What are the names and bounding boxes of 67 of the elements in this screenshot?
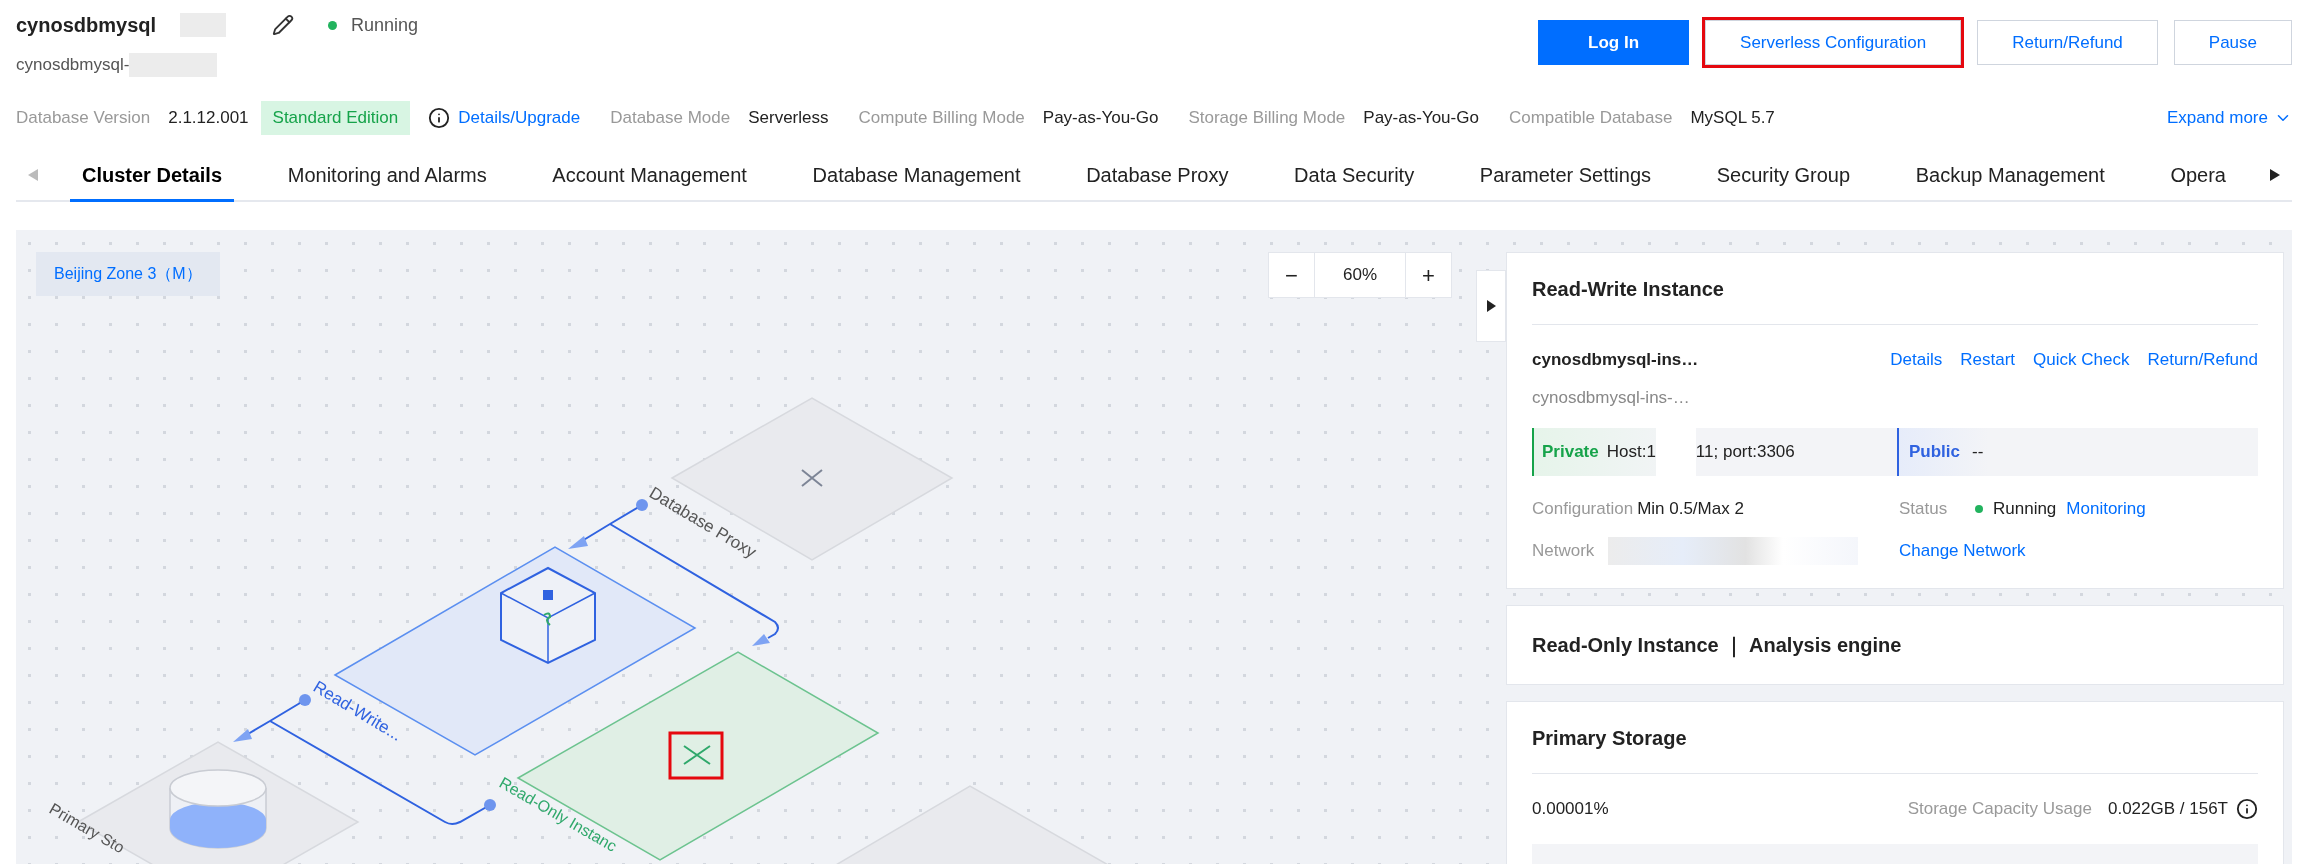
tab[interactable]: Database Management bbox=[800, 150, 1033, 202]
info-icon[interactable] bbox=[428, 107, 451, 129]
info-icon[interactable] bbox=[2236, 798, 2258, 820]
private-label: Private bbox=[1542, 441, 1599, 464]
field-label: Database Mode bbox=[610, 107, 731, 130]
field-label: Compatible Database bbox=[1508, 107, 1673, 130]
expand-link[interactable]: Expand more bbox=[2166, 105, 2292, 131]
panel-toggle[interactable] bbox=[1476, 270, 1506, 342]
field-value: Serverless bbox=[748, 107, 829, 130]
instance-id: cynosdbmysql-ins-… bbox=[1532, 386, 1691, 409]
zoom-out-button[interactable]: − bbox=[1269, 253, 1315, 297]
instance-action-link[interactable]: Details bbox=[1890, 347, 1943, 373]
field-label: Storage Billing Mode bbox=[1188, 107, 1346, 130]
field-label: Database Version bbox=[16, 107, 151, 130]
status-text: Running bbox=[1993, 498, 2057, 521]
field-label: Compute Billing Mode bbox=[858, 107, 1025, 130]
action-button[interactable]: Log In bbox=[1538, 20, 1690, 65]
tab[interactable]: Opera bbox=[2158, 150, 2238, 202]
usage-percent: 0.00001% bbox=[1532, 798, 1609, 821]
usage-value: 0.022GB / 156T bbox=[2107, 798, 2228, 821]
host-text: Host:1 bbox=[1606, 441, 1656, 464]
public-value: -- bbox=[1972, 441, 1984, 464]
change-network-link[interactable]: Change Network bbox=[1899, 538, 2026, 564]
field-value: MySQL 5.7 bbox=[1690, 107, 1775, 130]
zoom-in-button[interactable]: + bbox=[1405, 253, 1451, 297]
tab[interactable]: Backup Management bbox=[1903, 150, 2117, 202]
details-link[interactable]: Details/Upgrade bbox=[458, 105, 581, 131]
cube-icon bbox=[500, 566, 596, 665]
instance-name: cynosdbmysql-ins… bbox=[1532, 349, 1699, 371]
edition-badge: Standard Edition bbox=[260, 101, 411, 135]
action-button[interactable]: Return/Refund bbox=[1977, 20, 2158, 65]
cluster-title: cynosdbmysql bbox=[16, 13, 157, 38]
scroll-right-icon[interactable] bbox=[2270, 169, 2280, 181]
tab[interactable]: Account Management bbox=[540, 150, 759, 202]
field-value: Pay-as-You-Go bbox=[1363, 107, 1479, 130]
field-value: 2.1.12.001 bbox=[168, 107, 249, 130]
instance-action-link[interactable]: Restart bbox=[1960, 347, 2016, 373]
edit-icon[interactable] bbox=[272, 14, 295, 36]
field-label: Storage Capacity Usage bbox=[1907, 799, 2092, 819]
scroll-left-icon[interactable] bbox=[28, 169, 38, 181]
cluster-id: cynosdbmysql- bbox=[16, 54, 130, 77]
card-title: Primary Storage bbox=[1532, 702, 2258, 774]
field-label: Configuration bbox=[1532, 498, 1634, 521]
tab[interactable]: Parameter Settings bbox=[1467, 150, 1664, 202]
highlight-box bbox=[668, 731, 724, 780]
status-text: Running bbox=[351, 13, 419, 37]
zone-label: Beijing Zone 3（M） bbox=[36, 252, 220, 296]
tab[interactable]: Data Security bbox=[1282, 150, 1427, 202]
port-text: 11; port:3306 bbox=[1695, 441, 1795, 464]
card-title: Read-Only Instance ｜ Analysis engine bbox=[1532, 633, 1902, 660]
zoom-level: 60% bbox=[1342, 264, 1378, 287]
action-button[interactable]: Serverless Configuration bbox=[1705, 20, 1962, 65]
tab[interactable]: Security Group bbox=[1704, 150, 1863, 202]
instance-action-link[interactable]: Quick Check bbox=[2033, 347, 2130, 373]
field-value: Min 0.5/Max 2 bbox=[1637, 498, 1744, 521]
tab[interactable]: Cluster Details bbox=[70, 150, 235, 202]
tab[interactable]: Database Proxy bbox=[1074, 150, 1241, 202]
card-title: Read-Write Instance bbox=[1532, 253, 2258, 325]
field-label: Status bbox=[1899, 498, 1949, 521]
action-button[interactable]: Pause bbox=[2173, 20, 2292, 65]
tab[interactable]: Monitoring and Alarms bbox=[275, 150, 499, 202]
field-value: Pay-as-You-Go bbox=[1042, 107, 1159, 130]
collapse-icon bbox=[1486, 300, 1496, 312]
monitoring-link[interactable]: Monitoring bbox=[2066, 496, 2146, 522]
instance-action-link[interactable]: Return/Refund bbox=[2147, 347, 2258, 373]
field-label: Network bbox=[1532, 540, 1595, 563]
public-label: Public bbox=[1909, 441, 1960, 464]
